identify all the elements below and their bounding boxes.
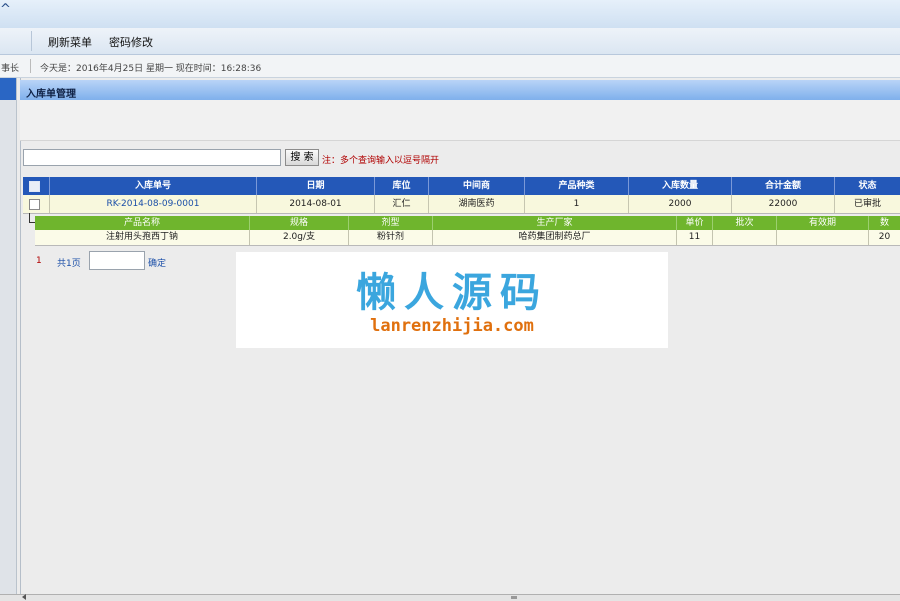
spec-cell: 2.0g/支 xyxy=(250,230,349,245)
amount-cell: 22000 xyxy=(732,195,835,213)
grid-header: 入库单号 日期 库位 中间商 产品种类 入库数量 合计金额 状态 xyxy=(23,177,900,195)
total-pages-text: 共1页 xyxy=(57,259,81,269)
left-frame-header xyxy=(0,78,16,100)
unit-price-cell: 11 xyxy=(677,230,713,245)
column-header: 合计金额 xyxy=(732,177,835,195)
column-header: 库位 xyxy=(375,177,429,195)
product-name-cell: 注射用头孢西丁钠 xyxy=(35,230,250,245)
watermark-url: lanrenzhijia.com xyxy=(370,316,534,336)
logo-fragment-icon: ^ xyxy=(0,2,11,17)
row-select-cell xyxy=(23,195,50,213)
expiry-cell xyxy=(777,230,869,245)
left-frame-strip xyxy=(0,78,17,594)
batch-cell xyxy=(713,230,777,245)
menu-bar: 刷新菜单 密码修改 xyxy=(0,28,900,55)
table-row[interactable]: RK-2014-08-09-0001 2014-08-01 汇仁 湖南医药 1 … xyxy=(23,195,900,214)
date-time-text: 今天是：2016年4月25日 星期一 现在时间：16:28:36 xyxy=(40,64,262,74)
detail-column-header: 批次 xyxy=(713,216,777,230)
panel-title: 入库单管理 xyxy=(26,89,76,100)
user-role-text: 事长 xyxy=(1,64,20,74)
detail-column-header: 单价 xyxy=(677,216,713,230)
watermark-title: 懒人源码 xyxy=(356,270,548,316)
column-header: 中间商 xyxy=(429,177,525,195)
detail-column-header: 剂型 xyxy=(349,216,433,230)
panel-toolbar-area xyxy=(20,100,900,141)
status-cell: 已审批 xyxy=(853,199,881,209)
quantity-cell: 2000 xyxy=(629,195,732,213)
scroll-left-arrow-icon[interactable] xyxy=(22,594,26,600)
order-number-cell: RK-2014-08-09-0001 xyxy=(50,195,257,213)
page-jump-confirm-link[interactable]: 确定 xyxy=(148,256,166,269)
top-banner: ^ xyxy=(0,0,900,28)
search-input[interactable] xyxy=(23,149,281,166)
column-header: 入库单号 xyxy=(50,177,257,195)
info-divider xyxy=(30,59,31,73)
search-hint: 注：多个查询输入以逗号隔开 xyxy=(322,156,440,166)
row-checkbox[interactable] xyxy=(29,199,40,210)
detail-column-header: 数 xyxy=(879,218,889,228)
manufacturer-cell: 哈药集团制药总厂 xyxy=(433,230,677,245)
select-all-checkbox[interactable] xyxy=(29,181,40,192)
scroll-thumb[interactable] xyxy=(511,596,517,599)
info-bar: 事长 今天是：2016年4月25日 星期一 现在时间：16:28:36 xyxy=(0,55,900,78)
column-header: 日期 xyxy=(257,177,375,195)
detail-row: 注射用头孢西丁钠 2.0g/支 粉针剂 哈药集团制药总厂 11 20 xyxy=(35,230,900,246)
detail-column-header: 有效期 xyxy=(777,216,869,230)
detail-grid-header: 产品名称 规格 剂型 生产厂家 单价 批次 有效期 数 xyxy=(35,216,900,230)
menu-divider xyxy=(31,31,32,51)
select-all-cell xyxy=(23,177,50,195)
watermark: 懒人源码 lanrenzhijia.com xyxy=(236,252,668,348)
dealer-cell: 湖南医药 xyxy=(429,195,525,213)
date-cell: 2014-08-01 xyxy=(257,195,375,213)
panel-header: 入库单管理 xyxy=(20,80,900,100)
product-types-cell: 1 xyxy=(525,195,629,213)
detail-quantity-cell: 20 xyxy=(878,232,891,242)
detail-column-header: 产品名称 xyxy=(35,216,250,230)
column-header: 状态 xyxy=(858,181,877,191)
change-password-link[interactable]: 密码修改 xyxy=(109,34,153,50)
dosage-form-cell: 粉针剂 xyxy=(349,230,433,245)
column-header: 入库数量 xyxy=(629,177,732,195)
column-header: 产品种类 xyxy=(525,177,629,195)
location-cell: 汇仁 xyxy=(375,195,429,213)
current-page-number[interactable]: 1 xyxy=(36,256,42,266)
order-number-link[interactable]: RK-2014-08-09-0001 xyxy=(107,199,200,209)
refresh-menu-link[interactable]: 刷新菜单 xyxy=(48,34,92,50)
page-jump-input[interactable] xyxy=(89,251,145,270)
detail-column-header: 生产厂家 xyxy=(433,216,677,230)
search-button[interactable]: 搜 索 xyxy=(285,149,319,166)
detail-column-header: 规格 xyxy=(250,216,349,230)
